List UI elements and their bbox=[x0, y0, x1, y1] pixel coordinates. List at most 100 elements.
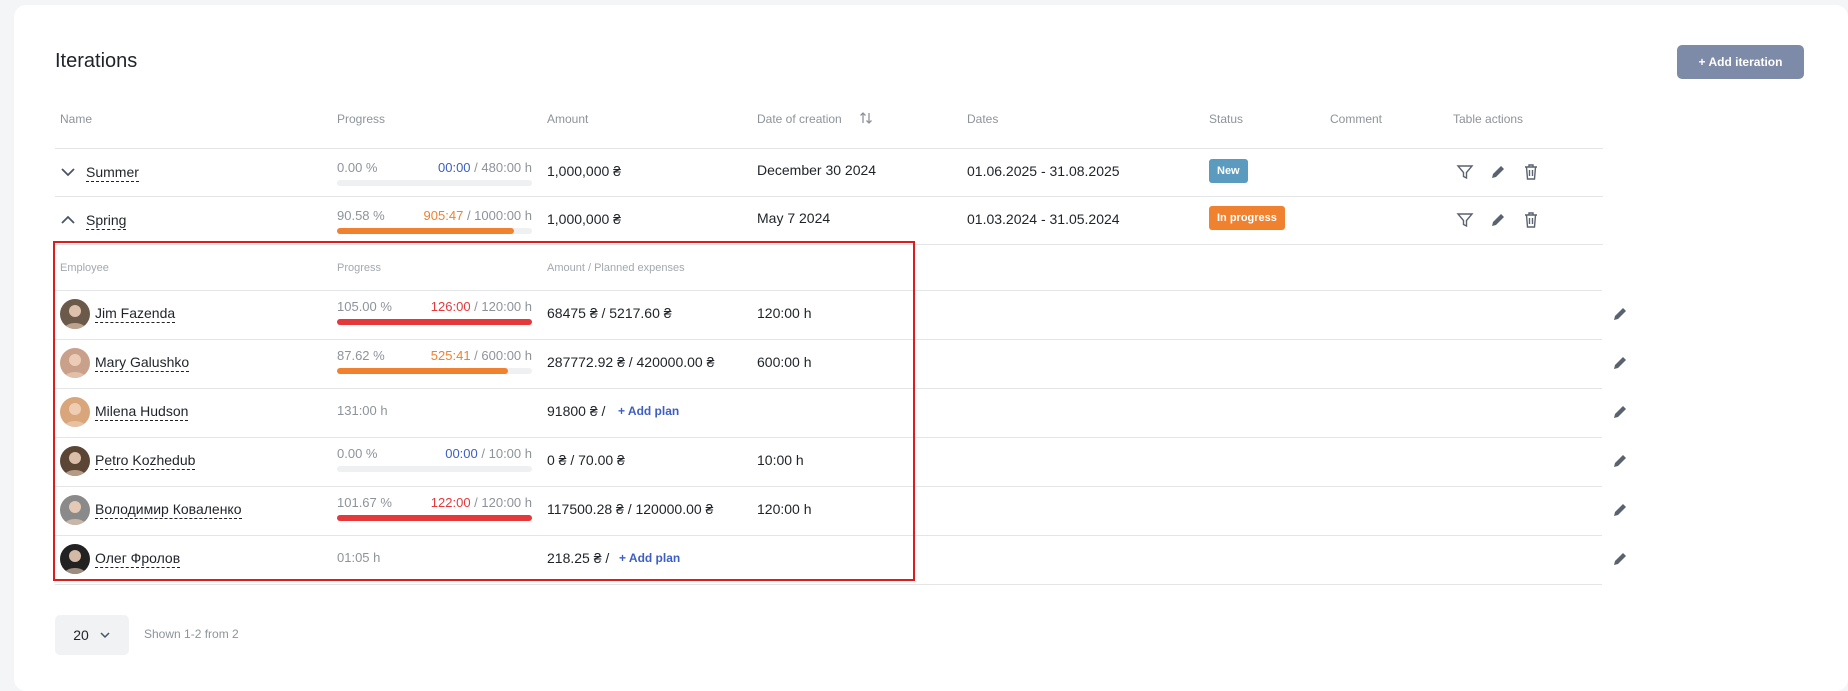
planned-hours: 600:00 h bbox=[757, 354, 812, 370]
column-header-dates[interactable]: Dates bbox=[967, 112, 998, 126]
progress-percent: 87.62 % bbox=[337, 348, 385, 363]
delete-icon[interactable] bbox=[1522, 163, 1540, 181]
column-header-table-actions: Table actions bbox=[1453, 112, 1524, 126]
progress-bar bbox=[337, 466, 532, 472]
avatar bbox=[60, 446, 90, 476]
sort-icon[interactable] bbox=[859, 111, 873, 125]
status-badge: New bbox=[1209, 159, 1248, 183]
progress-percent: 105.00 % bbox=[337, 299, 392, 314]
divider bbox=[55, 244, 1603, 245]
chevron-down-icon bbox=[100, 632, 110, 639]
edit-icon[interactable] bbox=[1611, 550, 1629, 568]
avatar bbox=[60, 544, 90, 574]
progress-percent: 90.58 % bbox=[337, 208, 385, 223]
iteration-name-link[interactable]: Summer bbox=[86, 164, 139, 182]
subheader-amount: Amount / Planned expenses bbox=[547, 262, 685, 274]
filter-icon[interactable] bbox=[1456, 163, 1474, 181]
progress-bar-fill bbox=[337, 228, 514, 234]
amount-planned: 68475 ₴ / 5217.60 ₴ bbox=[547, 305, 672, 321]
progress-bar bbox=[337, 515, 532, 521]
status-badge: In progress bbox=[1209, 206, 1285, 230]
progress-percent: 0.00 % bbox=[337, 446, 378, 461]
amount-planned: 117500.28 ₴ / 120000.00 ₴ bbox=[547, 501, 714, 517]
edit-icon[interactable] bbox=[1611, 403, 1629, 421]
edit-icon[interactable] bbox=[1489, 163, 1507, 181]
time-spent: 00:00 bbox=[445, 446, 478, 461]
edit-icon[interactable] bbox=[1611, 354, 1629, 372]
divider bbox=[55, 535, 1602, 536]
subheader-progress: Progress bbox=[337, 262, 382, 274]
chevron-down-icon[interactable] bbox=[60, 164, 76, 180]
time-total: / 120:00 h bbox=[474, 495, 532, 510]
progress-bar bbox=[337, 368, 532, 374]
divider bbox=[55, 388, 1602, 389]
column-header-status[interactable]: Status bbox=[1209, 112, 1243, 126]
amount: 1,000,000 ₴ bbox=[547, 163, 621, 179]
add-iteration-button[interactable]: + Add iteration bbox=[1677, 45, 1804, 79]
column-header-amount[interactable]: Amount bbox=[547, 112, 588, 126]
column-header-comment: Comment bbox=[1330, 112, 1383, 126]
planned-hours: 120:00 h bbox=[757, 305, 812, 321]
add-plan-link[interactable]: + Add plan bbox=[618, 404, 679, 418]
page-size-value: 20 bbox=[73, 627, 89, 643]
chevron-up-icon[interactable] bbox=[60, 212, 76, 228]
amount: 1,000,000 ₴ bbox=[547, 211, 621, 227]
progress-bar bbox=[337, 228, 532, 234]
time-total: / 1000:00 h bbox=[466, 208, 532, 223]
edit-icon[interactable] bbox=[1489, 211, 1507, 229]
column-header-name[interactable]: Name bbox=[60, 112, 92, 126]
progress-percent: 101.67 % bbox=[337, 495, 392, 510]
date-of-creation: May 7 2024 bbox=[757, 210, 831, 226]
column-header-date-of-creation[interactable]: Date of creation bbox=[757, 112, 842, 126]
progress-bar-fill bbox=[337, 515, 532, 521]
time-total: / 480:00 h bbox=[474, 160, 532, 175]
filter-icon[interactable] bbox=[1456, 211, 1474, 229]
time-spent: 126:00 bbox=[430, 299, 471, 314]
progress-bar bbox=[337, 180, 532, 186]
progress-percent: 0.00 % bbox=[337, 160, 378, 175]
progress-bar-fill bbox=[337, 368, 508, 374]
progress-bar bbox=[337, 319, 532, 325]
amount: 91800 ₴ / bbox=[547, 403, 606, 419]
divider bbox=[55, 196, 1603, 197]
divider bbox=[55, 584, 1602, 585]
add-plan-link[interactable]: + Add plan bbox=[619, 551, 680, 565]
time-total: / 10:00 h bbox=[481, 446, 532, 461]
time-spent: 122:00 bbox=[430, 495, 471, 510]
time-total: / 600:00 h bbox=[474, 348, 532, 363]
time-total: / 120:00 h bbox=[474, 299, 532, 314]
column-header-progress[interactable]: Progress bbox=[337, 112, 385, 126]
subheader-employee: Employee bbox=[60, 262, 109, 274]
divider bbox=[55, 486, 1602, 487]
planned-hours: 120:00 h bbox=[757, 501, 812, 517]
divider bbox=[55, 148, 1603, 149]
planned-hours: 10:00 h bbox=[757, 452, 804, 468]
edit-icon[interactable] bbox=[1611, 305, 1629, 323]
delete-icon[interactable] bbox=[1522, 211, 1540, 229]
divider bbox=[55, 437, 1602, 438]
edit-icon[interactable] bbox=[1611, 501, 1629, 519]
page-title: Iterations bbox=[55, 50, 138, 72]
dates-range: 01.03.2024 - 31.05.2024 bbox=[967, 211, 1120, 227]
page-size-select[interactable]: 20 bbox=[55, 615, 129, 655]
avatar bbox=[60, 299, 90, 329]
employee-name-link[interactable]: Mary Galushko bbox=[95, 354, 190, 372]
employee-name-link[interactable]: Milena Hudson bbox=[95, 403, 189, 421]
divider bbox=[55, 290, 1602, 291]
employee-name-link[interactable]: Володимир Коваленко bbox=[95, 501, 242, 519]
avatar bbox=[60, 397, 90, 427]
iterations-card bbox=[14, 5, 1848, 691]
progress-bar-fill bbox=[337, 319, 532, 325]
amount: 218.25 ₴ / bbox=[547, 550, 610, 566]
edit-icon[interactable] bbox=[1611, 452, 1629, 470]
employee-name-link[interactable]: Petro Kozhedub bbox=[95, 452, 196, 470]
employee-name-link[interactable]: Олег Фролов bbox=[95, 550, 181, 568]
time-logged: 01:05 h bbox=[337, 550, 381, 565]
time-spent: 00:00 bbox=[438, 160, 471, 175]
employee-name-link[interactable]: Jim Fazenda bbox=[95, 305, 176, 323]
date-of-creation: December 30 2024 bbox=[757, 162, 877, 178]
time-spent: 525:41 bbox=[430, 348, 471, 363]
pagination-summary: Shown 1-2 from 2 bbox=[144, 627, 239, 641]
iteration-name-link[interactable]: Spring bbox=[86, 212, 127, 230]
divider bbox=[55, 339, 1602, 340]
